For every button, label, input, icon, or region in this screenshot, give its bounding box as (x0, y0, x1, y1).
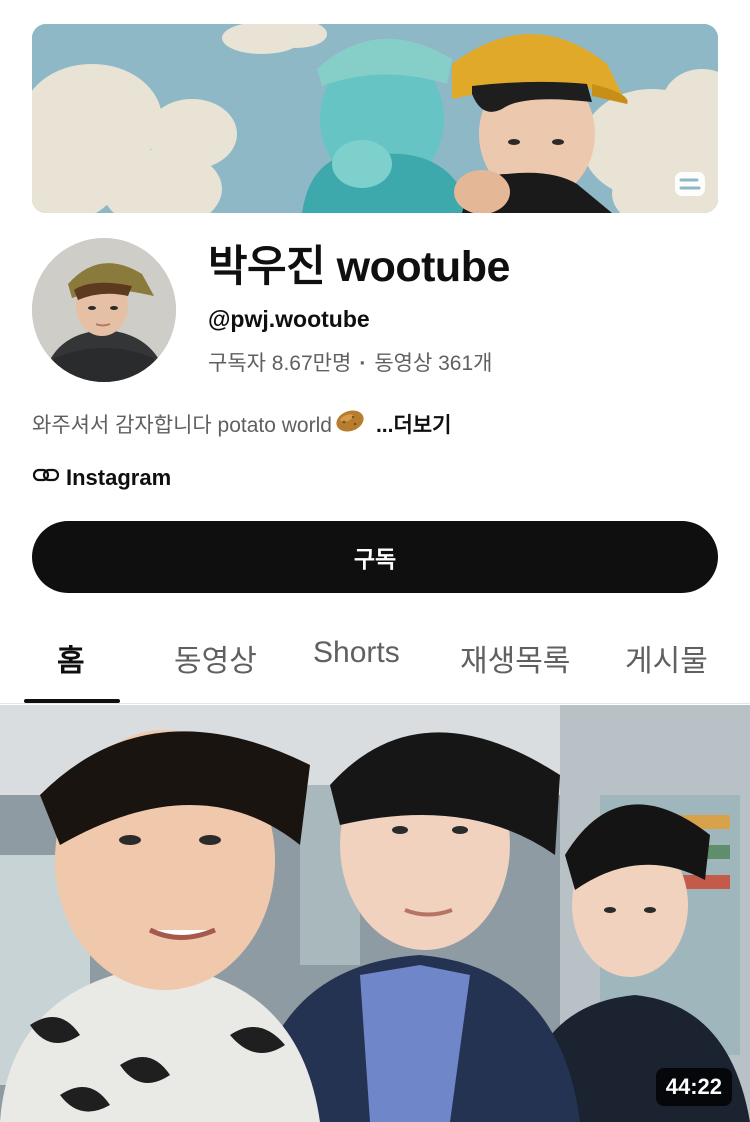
tab-shorts[interactable]: Shorts (313, 636, 400, 670)
more-link[interactable]: ...더보기 (376, 409, 451, 439)
video-count: 동영상 361개 (374, 352, 493, 375)
channel-description[interactable]: 와주셔서 감자합니다 potato world ...더보기 (32, 408, 451, 440)
video-thumbnail-art (0, 705, 750, 1122)
channel-stats: 구독자 8.67만명 · 동영상 361개 (208, 347, 492, 377)
external-link[interactable]: Instagram (32, 465, 171, 491)
channel-banner (32, 24, 718, 213)
potato-emoji (334, 408, 366, 440)
tab-playlists[interactable]: 재생목록 (460, 636, 570, 680)
channel-avatar[interactable] (32, 238, 176, 382)
channel-tabs: 홈 동영상 Shorts 재생목록 게시물 (0, 620, 750, 704)
channel-name: 박우진 wootube (208, 243, 510, 291)
description-text: 와주셔서 감자합니다 potato world (32, 414, 332, 437)
subscriber-count: 구독자 8.67만명 (208, 352, 352, 375)
channel-handle: @pwj.wootube (208, 306, 370, 332)
link-icon (32, 465, 60, 491)
link-label: Instagram (66, 465, 172, 490)
separator-dot: · (359, 352, 367, 375)
tab-home[interactable]: 홈 (57, 636, 85, 680)
channel-logo-icon (675, 172, 705, 196)
featured-video-thumbnail[interactable]: 44:22 (0, 705, 750, 1122)
tab-videos[interactable]: 동영상 (174, 636, 257, 680)
tab-posts[interactable]: 게시물 (625, 636, 708, 680)
active-tab-indicator (24, 699, 120, 703)
video-duration: 44:22 (655, 1068, 732, 1106)
banner-art (32, 24, 718, 213)
subscribe-button[interactable]: 구독 (32, 521, 718, 593)
